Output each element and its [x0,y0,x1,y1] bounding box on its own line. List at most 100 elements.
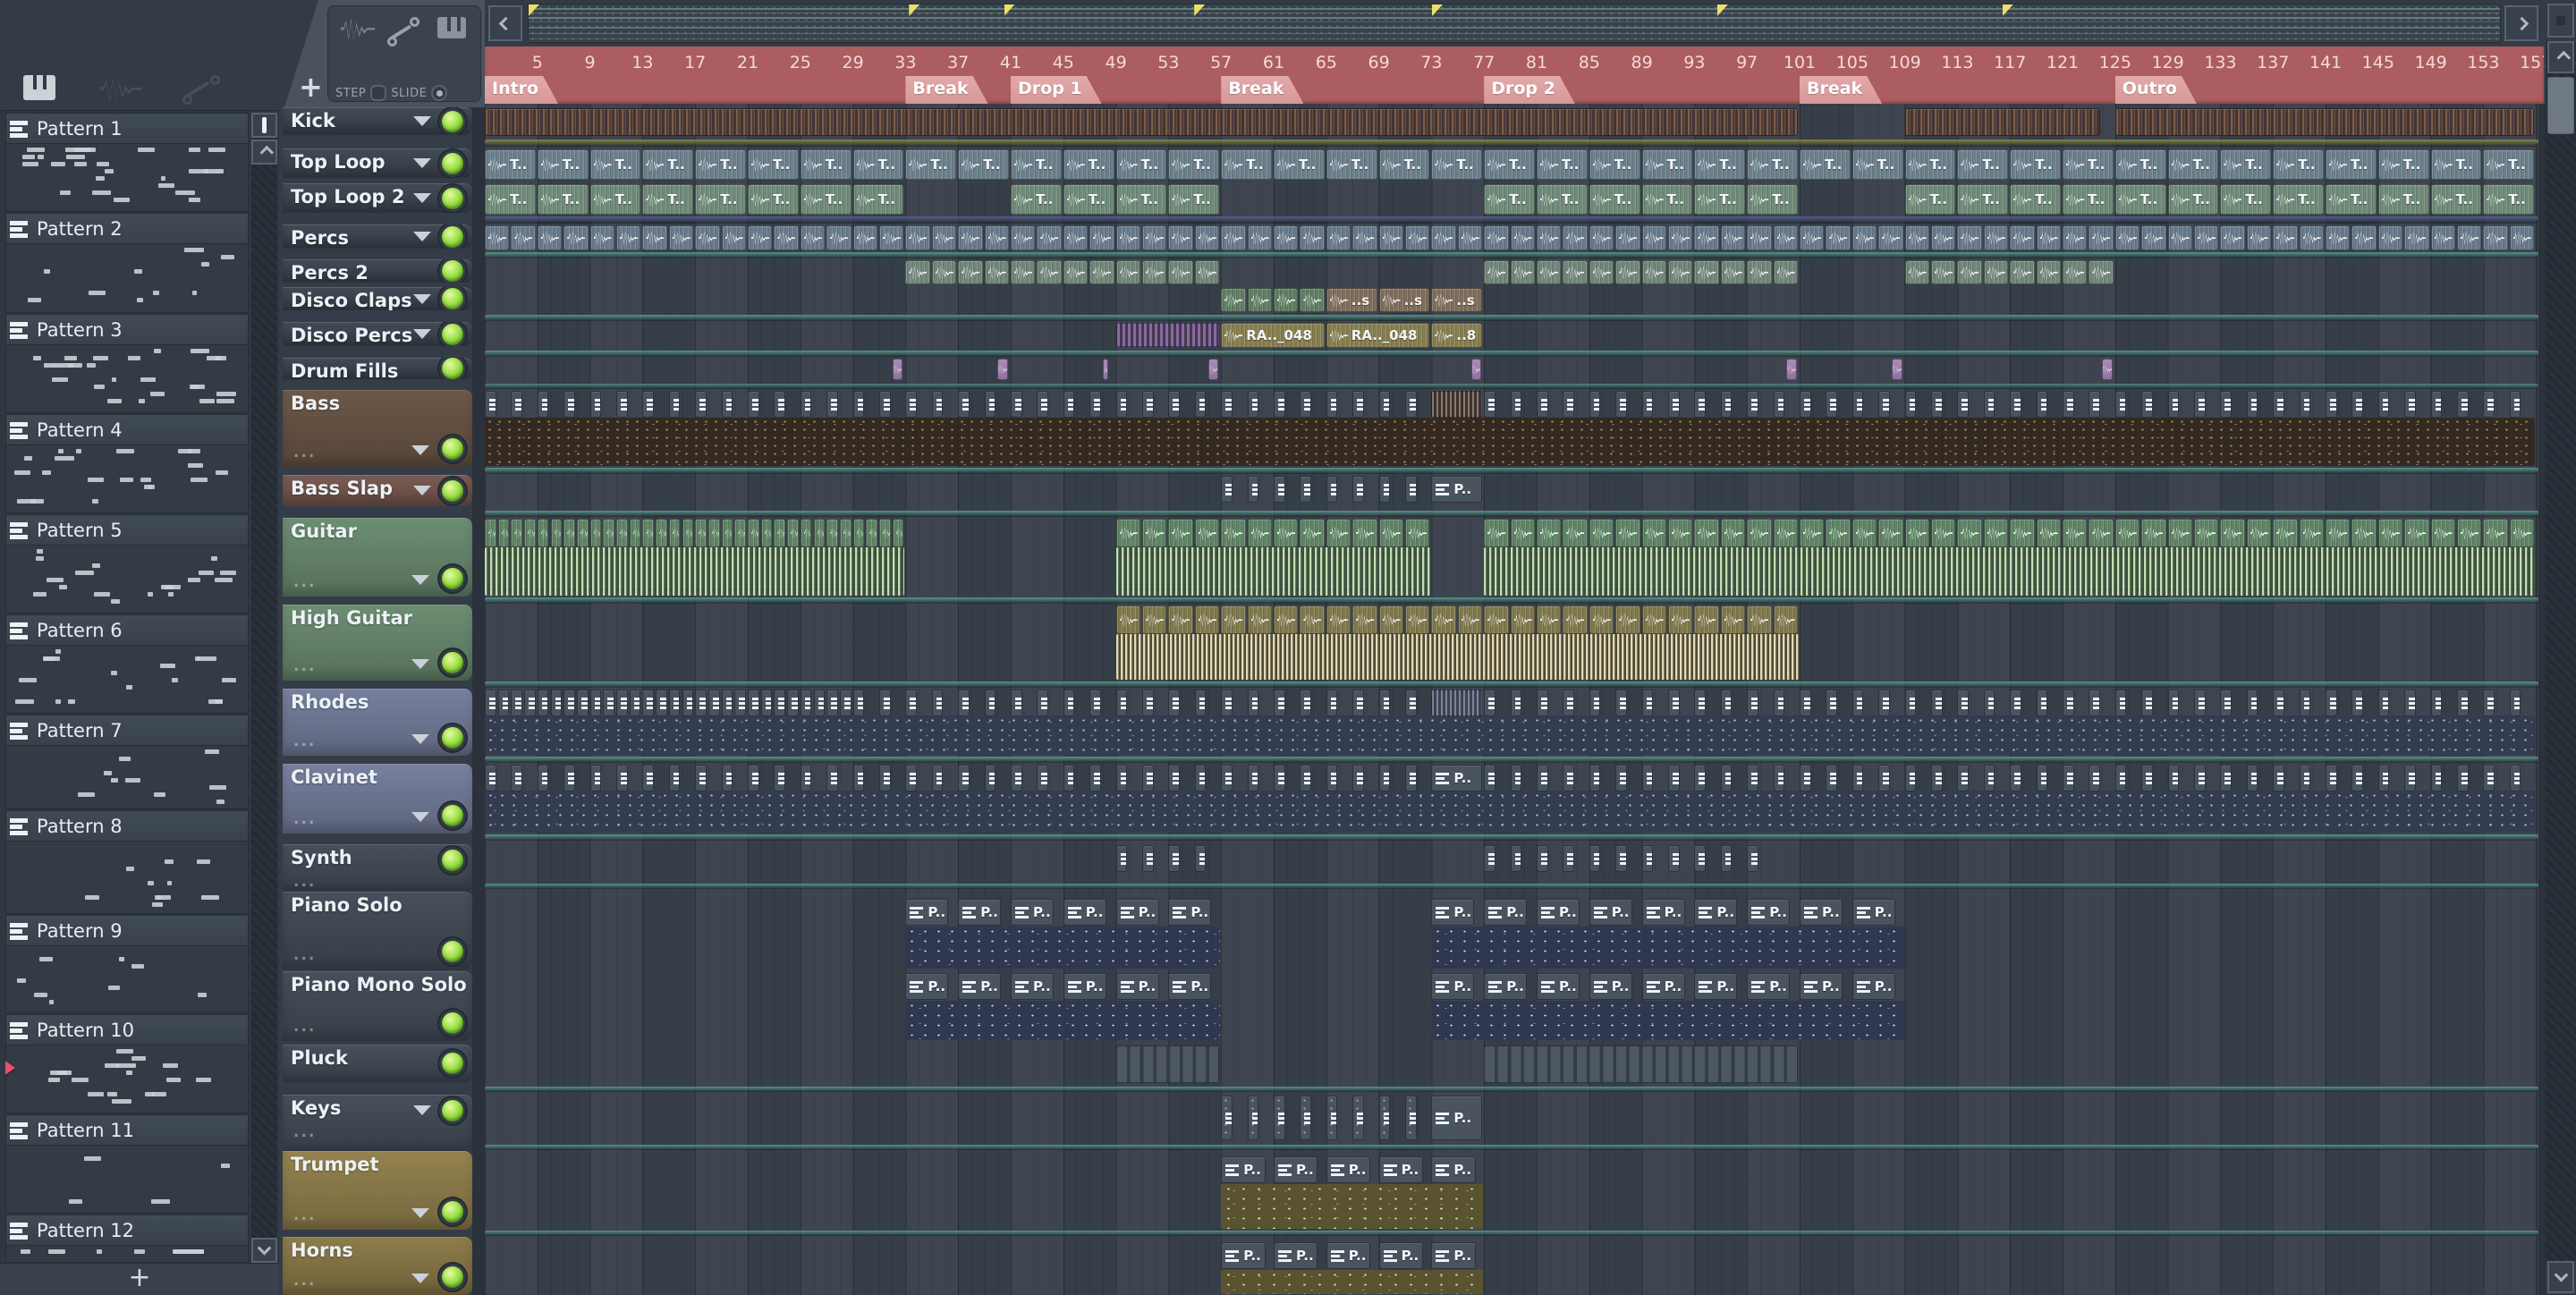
audio-clip[interactable] [892,519,904,547]
audio-clip[interactable] [2089,260,2114,284]
pattern-clip[interactable] [2457,690,2469,716]
audio-clip[interactable]: T.. [2273,184,2324,215]
pattern-title[interactable]: Pattern 5 [5,514,249,546]
pattern-clip[interactable] [537,391,549,418]
pattern-clip[interactable] [1247,391,1259,418]
audio-clip[interactable] [1115,519,1140,547]
pattern-clip[interactable] [1957,391,1970,418]
pattern-clip[interactable] [589,690,602,716]
audio-clip[interactable] [1089,225,1114,250]
audio-clip[interactable] [1983,225,2009,250]
pattern-clip[interactable] [2273,391,2284,418]
pattern-clip[interactable] [879,765,891,791]
pattern-clip[interactable] [668,391,681,418]
pattern-clip[interactable] [2194,765,2206,791]
scroll-down-button[interactable] [251,1238,277,1263]
pattern-clip[interactable] [2483,391,2496,418]
audio-clip[interactable] [1826,519,1851,547]
audio-clip[interactable]: T.. [2377,184,2429,215]
audio-clip[interactable] [879,519,891,547]
pattern-clip[interactable] [1326,391,1338,418]
audio-clip[interactable] [1720,225,1746,250]
audio-clip[interactable] [1378,519,1403,547]
pattern-title[interactable]: Pattern 12 [5,1215,249,1246]
chevron-down-icon[interactable] [411,1274,429,1283]
pattern-clip[interactable] [1641,845,1654,872]
audio-clip[interactable] [1194,605,1220,634]
chevron-down-icon[interactable] [411,659,429,669]
audio-clip[interactable]: T.. [1168,184,1220,215]
pattern-clip[interactable] [1247,690,1259,716]
clip-body[interactable] [1221,1184,1484,1229]
audio-clip[interactable] [1142,605,1167,634]
audio-clip[interactable] [1983,260,2009,284]
audio-clip[interactable]: T.. [1589,184,1640,215]
track-enable-led[interactable] [442,152,463,174]
pattern-clip[interactable] [1852,765,1864,791]
audio-clip[interactable] [2063,260,2088,284]
pattern-clip[interactable] [1378,476,1391,503]
waveform-icon[interactable] [341,17,375,40]
audio-clip[interactable] [1274,605,1299,634]
pattern-preview[interactable] [5,1246,249,1263]
track-enable-led[interactable] [442,941,463,962]
audio-clip[interactable] [2509,519,2535,547]
audio-clip[interactable]: T.. [2010,184,2061,215]
track-enable-led[interactable] [442,323,463,345]
automation-icon[interactable] [182,75,222,106]
clip-body[interactable] [1431,927,1904,969]
audio-clip[interactable] [1431,605,1456,634]
pattern-clip[interactable] [1405,690,1417,716]
audio-clip[interactable] [839,519,852,547]
pattern-clip[interactable] [629,690,641,716]
track-header-disco-percs[interactable]: Disco Percs [283,322,472,346]
pattern-clip[interactable] [2036,391,2048,418]
audio-clip[interactable] [984,260,1009,284]
audio-clip[interactable] [537,225,563,250]
pattern-title[interactable]: Pattern 2 [5,213,249,244]
pattern-clip[interactable] [2194,391,2206,418]
audio-clip[interactable] [1510,225,1535,250]
audio-clip[interactable] [1773,605,1798,634]
pattern-clip[interactable] [1720,845,1733,872]
chevron-down-icon[interactable] [413,232,431,241]
audio-clip[interactable] [2483,519,2508,547]
audio-clip[interactable] [1747,260,1772,284]
pattern-clip[interactable] [852,391,865,418]
audio-clip[interactable] [2141,225,2166,250]
pattern-clip[interactable] [1115,765,1128,791]
track-enable-led[interactable] [442,187,463,209]
pattern-clip[interactable] [1773,391,1785,418]
pattern-clip[interactable] [774,391,786,418]
audio-clip[interactable]: T.. [958,149,1009,180]
audio-clip[interactable]: T.. [695,149,746,180]
pattern-clip[interactable] [1694,391,1707,418]
audio-clip[interactable] [1537,605,1562,634]
pattern-item[interactable]: Pattern 2 [5,213,249,313]
pattern-clip[interactable]: P.. [1431,1242,1476,1269]
audio-clip[interactable] [2430,519,2455,547]
audio-clip[interactable] [1931,225,1956,250]
audio-clip[interactable]: T.. [1589,149,1640,180]
audio-clip[interactable] [1589,225,1614,250]
pattern-clip[interactable] [1168,391,1181,418]
audio-clip[interactable] [2114,225,2140,250]
pattern-clip[interactable] [839,690,852,716]
pattern-clip[interactable] [1720,690,1733,716]
pattern-clip[interactable] [2509,690,2521,716]
pattern-clip[interactable] [1563,765,1575,791]
pattern-clip[interactable] [1615,391,1627,418]
audio-clip[interactable] [958,225,983,250]
pattern-item[interactable]: Pattern 8 [5,810,249,914]
audio-clip[interactable] [1168,605,1193,634]
audio-clip[interactable]: ..8 [1431,323,1483,348]
audio-clip[interactable]: T.. [589,184,641,215]
audio-clip[interactable] [1852,519,1877,547]
pattern-clip[interactable] [485,391,496,418]
audio-clip[interactable] [1194,519,1220,547]
audio-clip[interactable]: T.. [1431,149,1483,180]
pattern-clip[interactable] [2509,391,2521,418]
audio-clip[interactable]: T.. [1326,149,1377,180]
pattern-clip[interactable]: P.. [1274,1156,1318,1183]
pattern-clip[interactable] [1826,391,1838,418]
